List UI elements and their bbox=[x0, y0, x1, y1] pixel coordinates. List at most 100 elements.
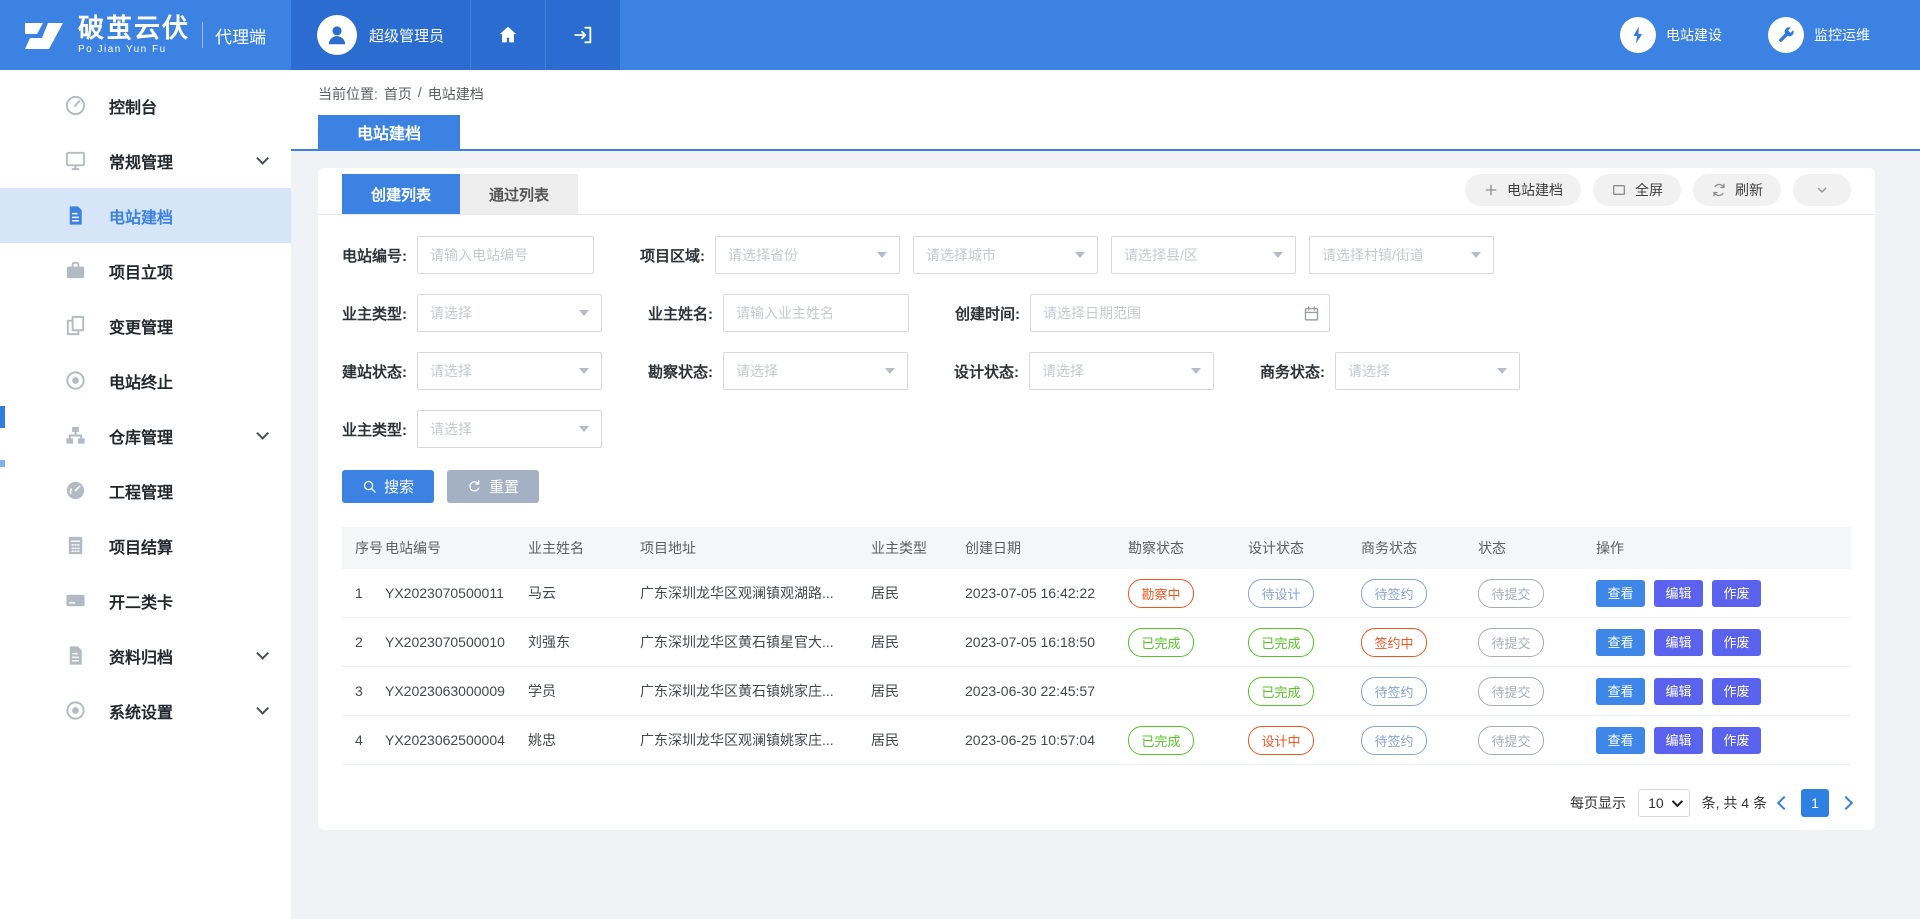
cell-status-status: 待提交 bbox=[1478, 579, 1596, 608]
tab-create-list[interactable]: 创建列表 bbox=[342, 174, 460, 214]
caret-down-icon bbox=[579, 310, 589, 316]
cell-no: 3 bbox=[355, 683, 385, 699]
page-size-select[interactable]: 10 bbox=[1638, 789, 1690, 817]
sidebar-item-general-management[interactable]: 常规管理 bbox=[0, 133, 291, 188]
user-menu[interactable]: 超级管理员 bbox=[291, 0, 470, 70]
prev-page-button[interactable] bbox=[1777, 796, 1791, 810]
business-status-select[interactable]: 请选择 bbox=[1335, 352, 1520, 390]
total-count-label: 条, 共 4 条 bbox=[1702, 793, 1767, 813]
cell-owner: 姚忠 bbox=[528, 730, 640, 750]
void-action-button[interactable]: 作废 bbox=[1712, 678, 1761, 705]
filter-row-4: 业主类型:请选择 bbox=[342, 410, 1851, 448]
edit-action-button[interactable]: 编辑 bbox=[1654, 678, 1703, 705]
header-spacer bbox=[620, 0, 1620, 70]
edit-action-button[interactable]: 编辑 bbox=[1654, 629, 1703, 656]
add-station-button[interactable]: 电站建档 bbox=[1465, 174, 1581, 206]
header-nav-monitor-ops[interactable]: 监控运维 bbox=[1768, 17, 1870, 53]
cell-owner_type: 居民 bbox=[871, 681, 965, 701]
create-time-input[interactable] bbox=[1030, 294, 1330, 332]
sidebar-item-label: 控制台 bbox=[109, 94, 157, 118]
owner-type-select[interactable]: 请选择 bbox=[417, 294, 602, 332]
collapse-button[interactable] bbox=[1793, 174, 1851, 206]
view-action-button[interactable]: 查看 bbox=[1596, 629, 1645, 656]
owner-name-input[interactable] bbox=[723, 294, 909, 332]
cell-owner_type: 居民 bbox=[871, 730, 965, 750]
sidebar-item-system-settings[interactable]: 系统设置 bbox=[0, 683, 291, 738]
sidebar-item-engineering-management[interactable]: 工程管理 bbox=[0, 463, 291, 518]
project-region-4-select[interactable]: 请选择村镇/街道 bbox=[1309, 236, 1494, 274]
cell-owner: 刘强东 bbox=[528, 632, 640, 652]
status-badge: 待提交 bbox=[1478, 726, 1544, 755]
filter-group-create-time: 创建时间: bbox=[955, 294, 1330, 332]
sidebar-item-station-filing[interactable]: 电站建档 bbox=[0, 188, 291, 243]
edit-action-button[interactable]: 编辑 bbox=[1654, 727, 1703, 754]
design-status-select[interactable]: 请选择 bbox=[1029, 352, 1214, 390]
project-region-1-select[interactable]: 请选择省份 bbox=[715, 236, 900, 274]
project-region-3-select[interactable]: 请选择县/区 bbox=[1111, 236, 1296, 274]
station-table: 序号电站编号业主姓名项目地址业主类型创建日期勘察状态设计状态商务状态状态操作 1… bbox=[342, 527, 1851, 765]
column-header: 业主姓名 bbox=[528, 538, 640, 558]
project-region-2-placeholder: 请选择城市 bbox=[926, 245, 996, 265]
cell-address: 广东深圳龙华区观澜镇观湖路... bbox=[640, 583, 871, 603]
project-region-4-placeholder: 请选择村镇/街道 bbox=[1322, 245, 1424, 265]
portal-label: 代理端 bbox=[215, 23, 266, 48]
sidebar-item-label: 项目立项 bbox=[109, 259, 173, 283]
sidebar-item-station-termination[interactable]: 电站终止 bbox=[0, 353, 291, 408]
void-action-button[interactable]: 作废 bbox=[1712, 580, 1761, 607]
next-page-button[interactable] bbox=[1839, 796, 1853, 810]
lightning-icon bbox=[1628, 25, 1648, 45]
survey-status-select[interactable]: 请选择 bbox=[723, 352, 908, 390]
void-action-button[interactable]: 作废 bbox=[1712, 727, 1761, 754]
list-tab-bar: 创建列表 通过列表 电站建档 全屏 刷新 bbox=[318, 168, 1875, 215]
owner-type-2-select[interactable]: 请选择 bbox=[417, 410, 602, 448]
breadcrumb-home-link[interactable]: 首页 bbox=[384, 84, 412, 104]
add-station-button-label: 电站建档 bbox=[1507, 180, 1563, 200]
project-region-2-select[interactable]: 请选择城市 bbox=[913, 236, 1098, 274]
home-button[interactable] bbox=[470, 0, 545, 70]
cell-no: 1 bbox=[355, 585, 385, 601]
filter-actions: 搜索 重置 bbox=[318, 468, 1875, 503]
sidebar-item-label: 仓库管理 bbox=[109, 424, 173, 448]
station-code-input[interactable] bbox=[417, 236, 594, 274]
header-nav-station-build[interactable]: 电站建设 bbox=[1620, 17, 1722, 53]
sidebar-item-warehouse-management[interactable]: 仓库管理 bbox=[0, 408, 291, 463]
build-status-placeholder: 请选择 bbox=[430, 361, 472, 381]
search-button[interactable]: 搜索 bbox=[342, 470, 434, 503]
edit-action-button[interactable]: 编辑 bbox=[1654, 580, 1703, 607]
void-action-button[interactable]: 作废 bbox=[1712, 629, 1761, 656]
reset-button[interactable]: 重置 bbox=[447, 470, 539, 503]
fullscreen-button[interactable]: 全屏 bbox=[1593, 174, 1681, 206]
sidebar-item-label: 电站建档 bbox=[109, 204, 173, 228]
status-badge: 设计中 bbox=[1248, 726, 1314, 755]
avatar bbox=[317, 15, 357, 55]
cell-no: 4 bbox=[355, 732, 385, 748]
sidebar-item-project-settlement[interactable]: 项目结算 bbox=[0, 518, 291, 573]
tab-pass-list[interactable]: 通过列表 bbox=[460, 174, 578, 214]
chevron-down-icon bbox=[1671, 796, 1682, 807]
sidebar-item-second-class-card[interactable]: 开二类卡 bbox=[0, 573, 291, 628]
sidebar-item-label: 工程管理 bbox=[109, 479, 173, 503]
cell-address: 广东深圳龙华区黄石镇姚家庄... bbox=[640, 681, 871, 701]
view-action-button[interactable]: 查看 bbox=[1596, 580, 1645, 607]
caret-down-icon bbox=[885, 368, 895, 374]
status-badge: 待提交 bbox=[1478, 628, 1544, 657]
table-row: 3YX2023063000009学员广东深圳龙华区黄石镇姚家庄...居民2023… bbox=[342, 667, 1851, 716]
sidebar-item-data-archive[interactable]: 资料归档 bbox=[0, 628, 291, 683]
refresh-button[interactable]: 刷新 bbox=[1693, 174, 1781, 206]
status-badge: 待设计 bbox=[1248, 579, 1314, 608]
sidebar-item-console[interactable]: 控制台 bbox=[0, 78, 291, 133]
sidebar-item-change-management[interactable]: 变更管理 bbox=[0, 298, 291, 353]
page-tab-station-filing[interactable]: 电站建档 bbox=[318, 115, 460, 149]
build-status-select[interactable]: 请选择 bbox=[417, 352, 602, 390]
page-number-1[interactable]: 1 bbox=[1801, 789, 1829, 817]
view-action-button[interactable]: 查看 bbox=[1596, 678, 1645, 705]
column-header: 状态 bbox=[1478, 538, 1596, 558]
fullscreen-button-label: 全屏 bbox=[1635, 180, 1663, 200]
logout-button[interactable] bbox=[545, 0, 620, 70]
table-row: 1YX2023070500011马云广东深圳龙华区观澜镇观湖路...居民2023… bbox=[342, 569, 1851, 618]
sidebar-item-project-initiation[interactable]: 项目立项 bbox=[0, 243, 291, 298]
view-action-button[interactable]: 查看 bbox=[1596, 727, 1645, 754]
filter-group-build-status: 建站状态:请选择 bbox=[342, 352, 602, 390]
column-header: 电站编号 bbox=[385, 538, 528, 558]
create-time-range-picker[interactable] bbox=[1030, 294, 1330, 332]
